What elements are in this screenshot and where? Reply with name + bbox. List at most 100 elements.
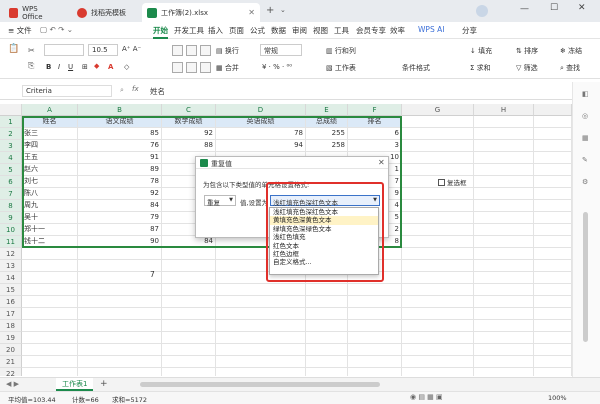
empty-cell[interactable] bbox=[474, 296, 534, 308]
wrap-text-button[interactable]: ▤ 换行 bbox=[216, 46, 239, 56]
zoom-formula-icon[interactable]: ⌕ bbox=[120, 86, 124, 95]
name-cell[interactable]: 李四 bbox=[22, 140, 78, 152]
row-header[interactable]: 15 bbox=[0, 284, 22, 296]
empty-cell[interactable] bbox=[402, 368, 474, 376]
merge-button[interactable]: ▦ 合并 bbox=[216, 63, 239, 73]
italic-icon[interactable]: I bbox=[58, 63, 60, 71]
empty-cell[interactable] bbox=[22, 320, 78, 332]
underline-icon[interactable]: U bbox=[68, 63, 73, 71]
empty-cell[interactable] bbox=[402, 140, 474, 152]
score-cell[interactable]: 85 bbox=[78, 128, 162, 140]
empty-cell[interactable] bbox=[348, 368, 402, 376]
menu-insert[interactable]: 插入 bbox=[208, 25, 223, 36]
avatar[interactable] bbox=[476, 5, 488, 17]
menu-view[interactable]: 视图 bbox=[313, 25, 328, 36]
empty-cell[interactable] bbox=[474, 320, 534, 332]
dialog-close-icon[interactable]: ✕ bbox=[378, 158, 385, 167]
score-cell[interactable]: 79 bbox=[78, 212, 162, 224]
empty-cell[interactable] bbox=[402, 164, 474, 176]
empty-cell[interactable] bbox=[474, 164, 534, 176]
paste-icon[interactable]: 📋 bbox=[8, 44, 19, 54]
checkbox-icon[interactable] bbox=[438, 178, 445, 186]
empty-cell[interactable] bbox=[78, 284, 162, 296]
menu-formula[interactable]: 公式 bbox=[250, 25, 265, 36]
sidebar-icon-4[interactable]: ✎ bbox=[582, 156, 588, 164]
fill-button[interactable]: ↓ 填充 bbox=[470, 46, 492, 56]
header-cell[interactable]: 数学成绩 bbox=[162, 116, 216, 128]
sidebar-icon-3[interactable]: ▦ bbox=[582, 134, 589, 142]
empty-cell[interactable] bbox=[348, 320, 402, 332]
score-cell[interactable]: 6 bbox=[348, 128, 402, 140]
score-cell[interactable]: 78 bbox=[216, 128, 306, 140]
row-col-button[interactable]: ▥ 行和列 bbox=[326, 46, 356, 56]
empty-cell[interactable] bbox=[162, 284, 216, 296]
empty-cell[interactable] bbox=[22, 344, 78, 356]
vertical-scrollbar[interactable] bbox=[583, 212, 588, 342]
empty-cell[interactable] bbox=[474, 116, 534, 128]
score-cell[interactable]: 90 bbox=[78, 236, 162, 248]
name-cell[interactable]: 吴十 bbox=[22, 212, 78, 224]
score-cell[interactable]: 89 bbox=[78, 164, 162, 176]
empty-cell[interactable] bbox=[22, 332, 78, 344]
font-size-select[interactable]: 10.5 bbox=[88, 44, 118, 56]
empty-cell[interactable] bbox=[402, 308, 474, 320]
empty-cell[interactable] bbox=[534, 320, 572, 332]
col-header-h[interactable]: H bbox=[474, 104, 534, 116]
name-cell[interactable]: 王五 bbox=[22, 152, 78, 164]
menu-review[interactable]: 审阅 bbox=[292, 25, 307, 36]
sidebar-icon-1[interactable]: ◧ bbox=[582, 90, 589, 98]
menu-home[interactable]: 开始 bbox=[153, 25, 168, 39]
empty-cell[interactable] bbox=[22, 308, 78, 320]
empty-cell[interactable] bbox=[474, 356, 534, 368]
empty-cell[interactable] bbox=[474, 200, 534, 212]
empty-cell[interactable] bbox=[162, 308, 216, 320]
freeze-button[interactable]: ❄ 冻结 bbox=[560, 46, 582, 56]
row-header[interactable]: 2 bbox=[0, 128, 22, 140]
empty-cell[interactable] bbox=[402, 272, 474, 284]
score-cell[interactable]: 91 bbox=[78, 152, 162, 164]
empty-cell[interactable] bbox=[216, 320, 306, 332]
empty-cell[interactable] bbox=[474, 368, 534, 376]
row-header[interactable]: 21 bbox=[0, 356, 22, 368]
cell-b14-value[interactable]: 7 bbox=[150, 270, 155, 279]
score-cell[interactable]: 87 bbox=[78, 224, 162, 236]
row-header[interactable]: 7 bbox=[0, 188, 22, 200]
row-header[interactable]: 16 bbox=[0, 296, 22, 308]
empty-cell[interactable] bbox=[534, 164, 572, 176]
fx-icon[interactable]: fx bbox=[132, 85, 139, 93]
empty-cell[interactable] bbox=[216, 356, 306, 368]
row-header[interactable]: 5 bbox=[0, 164, 22, 176]
empty-cell[interactable] bbox=[78, 320, 162, 332]
tab-template[interactable]: 找稻壳模板 bbox=[72, 3, 138, 22]
row-header[interactable]: 9 bbox=[0, 212, 22, 224]
row-header[interactable]: 11 bbox=[0, 236, 22, 248]
row-header[interactable]: 1 bbox=[0, 116, 22, 128]
minimize-icon[interactable]: — bbox=[520, 4, 529, 14]
col-header-d[interactable]: D bbox=[216, 104, 306, 116]
empty-cell[interactable] bbox=[216, 308, 306, 320]
empty-cell[interactable] bbox=[216, 368, 306, 376]
empty-cell[interactable] bbox=[402, 284, 474, 296]
empty-cell[interactable] bbox=[534, 200, 572, 212]
empty-cell[interactable] bbox=[306, 332, 348, 344]
corner-select-all[interactable] bbox=[0, 104, 22, 116]
empty-cell[interactable] bbox=[22, 296, 78, 308]
font-name-select[interactable] bbox=[44, 44, 84, 56]
empty-cell[interactable] bbox=[402, 332, 474, 344]
empty-cell[interactable] bbox=[534, 128, 572, 140]
horizontal-scrollbar[interactable] bbox=[140, 382, 380, 387]
sidebar-icon-5[interactable]: ⚙ bbox=[582, 178, 588, 186]
number-format-icons[interactable]: ¥ · % · ⁰⁰ bbox=[262, 63, 292, 71]
align-top-icon[interactable] bbox=[172, 45, 183, 56]
empty-cell[interactable] bbox=[22, 284, 78, 296]
empty-cell[interactable] bbox=[216, 296, 306, 308]
chevron-down-icon[interactable]: ⌄ bbox=[280, 6, 286, 14]
empty-cell[interactable] bbox=[474, 344, 534, 356]
row-header[interactable]: 8 bbox=[0, 200, 22, 212]
empty-cell[interactable] bbox=[402, 296, 474, 308]
cut-icon[interactable]: ✂ bbox=[28, 46, 35, 55]
formula-input[interactable]: 姓名 bbox=[150, 86, 165, 97]
empty-cell[interactable] bbox=[402, 356, 474, 368]
tab-workbook[interactable]: 工作簿(2).xlsx ✕ bbox=[142, 3, 260, 22]
align-bottom-icon[interactable] bbox=[200, 45, 211, 56]
